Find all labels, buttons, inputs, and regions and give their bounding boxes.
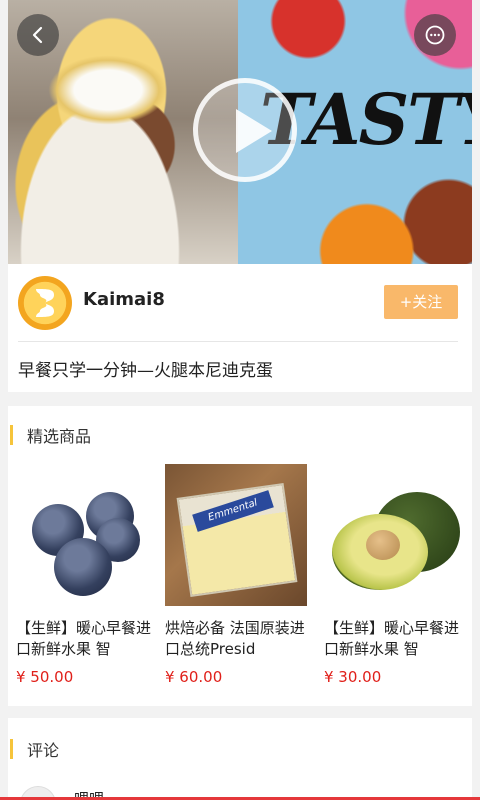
product-card[interactable]: 【生鲜】暖心早餐进口新鲜水果 智 ¥ 30.00: [324, 464, 466, 686]
section-title: 评论: [27, 741, 60, 760]
avocado-image: [324, 464, 466, 606]
section-title: 精选商品: [27, 427, 92, 446]
screen: TASTY Kaimai8 +关注 早餐只学一分钟—火腿本尼迪克蛋 精选商品: [0, 0, 480, 800]
section-header: 评论: [8, 738, 59, 760]
divider: [18, 341, 458, 342]
brand-logo-icon: [36, 289, 54, 317]
product-price: ¥ 60.00: [165, 668, 223, 686]
back-button[interactable]: [17, 14, 59, 56]
comments-section: 评论 哩哩: [8, 718, 472, 800]
product-name: 【生鲜】暖心早餐进口新鲜水果 智: [324, 619, 460, 658]
section-accent-bar: [10, 425, 13, 445]
product-card[interactable]: 【生鲜】暖心早餐进口新鲜水果 智 ¥ 50.00: [16, 464, 158, 686]
video-player[interactable]: TASTY: [8, 0, 472, 264]
chat-button[interactable]: [414, 14, 456, 56]
product-card[interactable]: Emmental 烘焙必备 法国原装进口总统Presid ¥ 60.00: [165, 464, 307, 686]
video-title: 早餐只学一分钟—火腿本尼迪克蛋: [18, 361, 273, 381]
author-panel: Kaimai8 +关注 早餐只学一分钟—火腿本尼迪克蛋: [8, 264, 472, 392]
play-icon[interactable]: [193, 78, 297, 182]
product-name: 【生鲜】暖心早餐进口新鲜水果 智: [16, 619, 152, 658]
chat-bubble-icon: [425, 25, 445, 45]
product-price: ¥ 30.00: [324, 668, 382, 686]
cheese-image: Emmental: [165, 464, 307, 606]
author-avatar[interactable]: [18, 276, 72, 330]
featured-products-section: 精选商品 【生鲜】暖心早餐进口新鲜水果 智 ¥ 50.00 Emmental 烘…: [8, 406, 472, 706]
chevron-left-icon: [32, 26, 43, 44]
section-accent-bar: [10, 739, 13, 759]
section-header: 精选商品: [8, 424, 91, 446]
product-name: 烘焙必备 法国原装进口总统Presid: [165, 619, 305, 658]
product-price: ¥ 50.00: [16, 668, 74, 686]
author-name[interactable]: Kaimai8: [83, 289, 165, 310]
follow-button[interactable]: +关注: [384, 285, 458, 319]
blueberries-image: [16, 464, 158, 606]
